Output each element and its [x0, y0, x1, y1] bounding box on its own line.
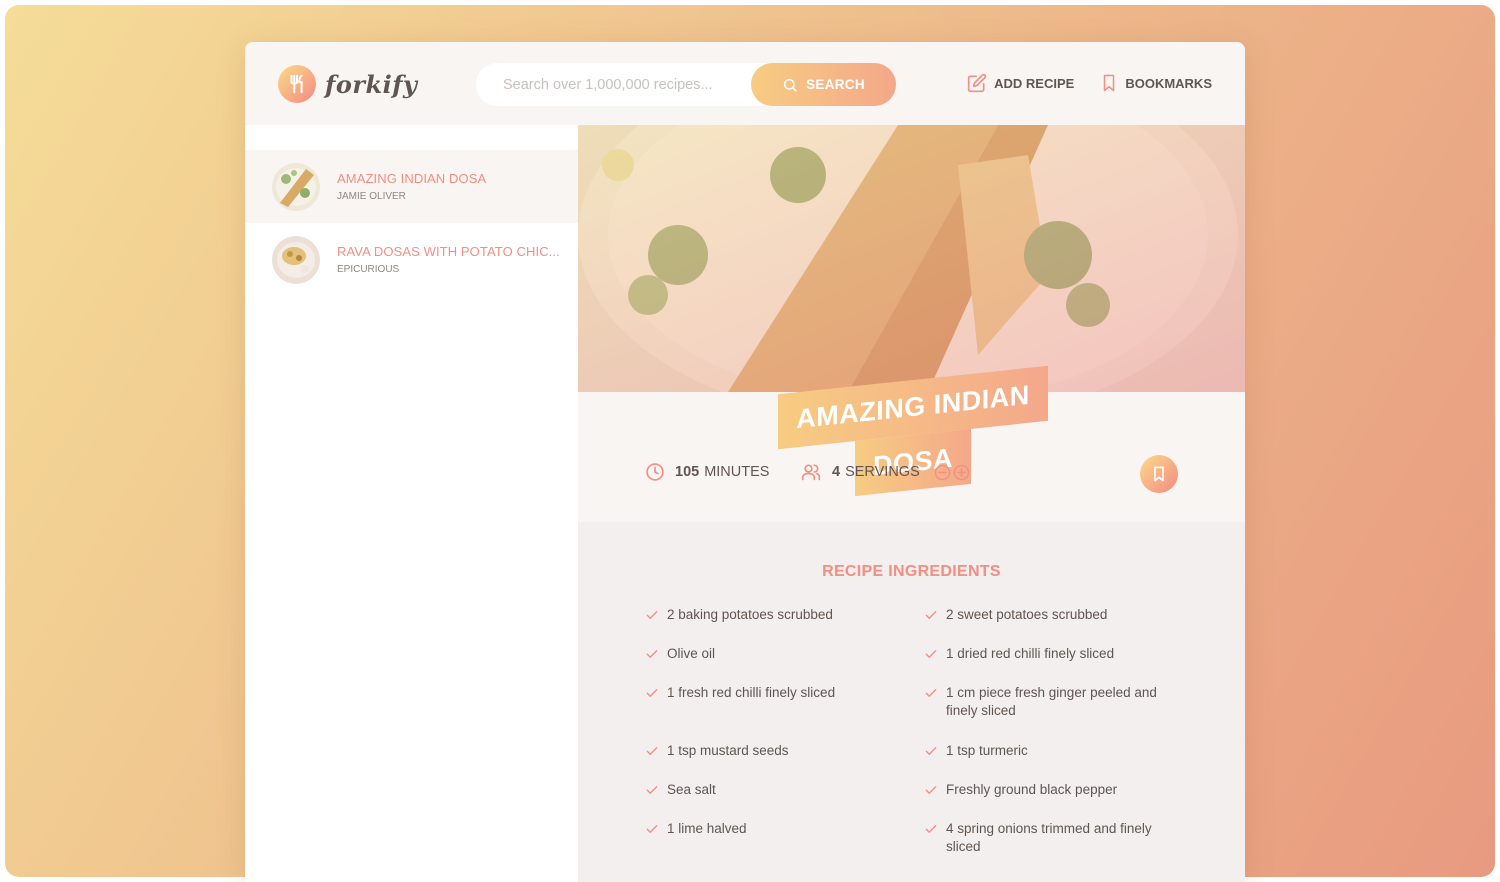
ingredient-item: 1 tsp turmeric	[924, 742, 1164, 763]
logo-text: forkify	[325, 69, 418, 99]
users-icon	[801, 464, 821, 481]
search-input[interactable]	[501, 75, 745, 94]
check-icon	[924, 783, 946, 802]
ingredient-text: 1 tsp turmeric	[946, 743, 1028, 758]
bookmark-icon	[1104, 74, 1115, 92]
clock-icon	[646, 463, 664, 481]
ingredient-item: Olive oil	[645, 645, 885, 666]
check-icon	[645, 686, 667, 705]
bookmark-icon	[1154, 466, 1164, 482]
ingredient-text: 4 spring onions trimmed and finely slice…	[946, 821, 1152, 854]
ingredient-text: 2 sweet potatoes scrubbed	[946, 607, 1108, 622]
cooking-time-value: 105	[675, 464, 700, 480]
add-recipe-label: ADD RECIPE	[994, 75, 1075, 91]
result-publisher: EPICURIOUS	[337, 264, 400, 275]
nav: ADD RECIPE BOOKMARKS	[967, 73, 1212, 93]
recipe-details: 105 MINUTES 4 SERVINGS	[578, 392, 1245, 522]
result-title: AMAZING INDIAN DOSA	[337, 171, 487, 186]
search-results: AMAZING INDIAN DOSA JAMIE OLIVER RAVA DO…	[245, 125, 578, 882]
ingredient-item: Sea salt	[645, 781, 885, 802]
ingredient-text: 2 baking potatoes scrubbed	[667, 607, 833, 622]
check-icon	[645, 822, 667, 841]
ingredient-text: Sea salt	[667, 782, 716, 797]
ingredient-text: Freshly ground black pepper	[946, 782, 1118, 797]
ingredient-item: 4 spring onions trimmed and finely slice…	[924, 820, 1164, 856]
ingredient-item: Freshly ground black pepper	[924, 781, 1164, 802]
ingredient-item: 1 dried red chilli finely sliced	[924, 645, 1164, 666]
cooking-time: 105 MINUTES	[645, 462, 769, 482]
ingredient-item: 1 fresh red chilli finely sliced	[645, 684, 885, 705]
app-window: forkify SEARCH ADD RECIPE	[245, 42, 1245, 882]
servings-controls	[934, 464, 970, 481]
ingredients-section: RECIPE INGREDIENTS 2 baking potatoes scr…	[578, 522, 1245, 882]
search-form: SEARCH	[476, 63, 896, 106]
ingredient-item: 1 tsp mustard seeds	[645, 742, 885, 763]
recipe-image	[578, 125, 1245, 392]
ingredient-text: 1 lime halved	[667, 821, 747, 836]
ingredient-text: 1 tsp mustard seeds	[667, 743, 789, 758]
ingredient-item: 1 lime halved	[645, 820, 885, 841]
check-icon	[645, 608, 667, 627]
ingredient-text: 1 dried red chilli finely sliced	[946, 646, 1115, 661]
ingredient-text: Olive oil	[667, 646, 716, 661]
add-recipe-button[interactable]: ADD RECIPE	[967, 73, 1074, 93]
check-icon	[924, 686, 946, 720]
cooking-time-unit: MINUTES	[704, 464, 770, 480]
check-icon	[924, 647, 946, 666]
search-icon	[784, 78, 797, 92]
result-publisher: JAMIE OLIVER	[337, 191, 406, 202]
result-title: RAVA DOSAS WITH POTATO CHIC...	[337, 244, 560, 259]
ingredient-text: 1 fresh red chilli finely sliced	[667, 685, 836, 700]
check-icon	[645, 647, 667, 666]
servings-unit: SERVINGS	[845, 464, 920, 480]
edit-icon	[967, 73, 987, 93]
check-icon	[924, 822, 946, 856]
search-button[interactable]: SEARCH	[751, 63, 896, 106]
bookmark-recipe-button[interactable]	[1140, 455, 1178, 493]
bookmarks-button[interactable]: BOOKMARKS	[1100, 73, 1212, 93]
search-button-label: SEARCH	[806, 77, 865, 92]
ingredient-item: 2 baking potatoes scrubbed	[645, 606, 885, 627]
ingredients-heading: RECIPE INGREDIENTS	[822, 563, 1001, 580]
recipe-view: AMAZING INDIAN DOSA 105 MINUTES 4 SERVIN…	[578, 125, 1245, 882]
servings: 4 SERVINGS	[800, 462, 970, 482]
plus-circle-icon[interactable]	[953, 464, 970, 481]
check-icon	[924, 744, 946, 763]
servings-value: 4	[832, 464, 841, 480]
check-icon	[645, 744, 667, 763]
check-icon	[645, 783, 667, 802]
header: forkify SEARCH ADD RECIPE	[245, 42, 1245, 125]
ingredient-item: 2 sweet potatoes scrubbed	[924, 606, 1164, 627]
ingredient-text: 1 cm piece fresh ginger peeled and finel…	[946, 685, 1157, 718]
bookmarks-label: BOOKMARKS	[1125, 75, 1212, 91]
result-item[interactable]: AMAZING INDIAN DOSA JAMIE OLIVER	[245, 150, 578, 223]
logo[interactable]: forkify	[278, 65, 418, 103]
result-item[interactable]: RAVA DOSAS WITH POTATO CHIC... EPICURIOU…	[245, 223, 578, 296]
check-icon	[924, 608, 946, 627]
result-thumbnail	[272, 235, 320, 284]
result-thumbnail	[272, 162, 320, 211]
minus-circle-icon[interactable]	[934, 464, 951, 481]
ingredient-item: 1 cm piece fresh ginger peeled and finel…	[924, 684, 1164, 720]
fork-knife-icon	[278, 65, 316, 103]
